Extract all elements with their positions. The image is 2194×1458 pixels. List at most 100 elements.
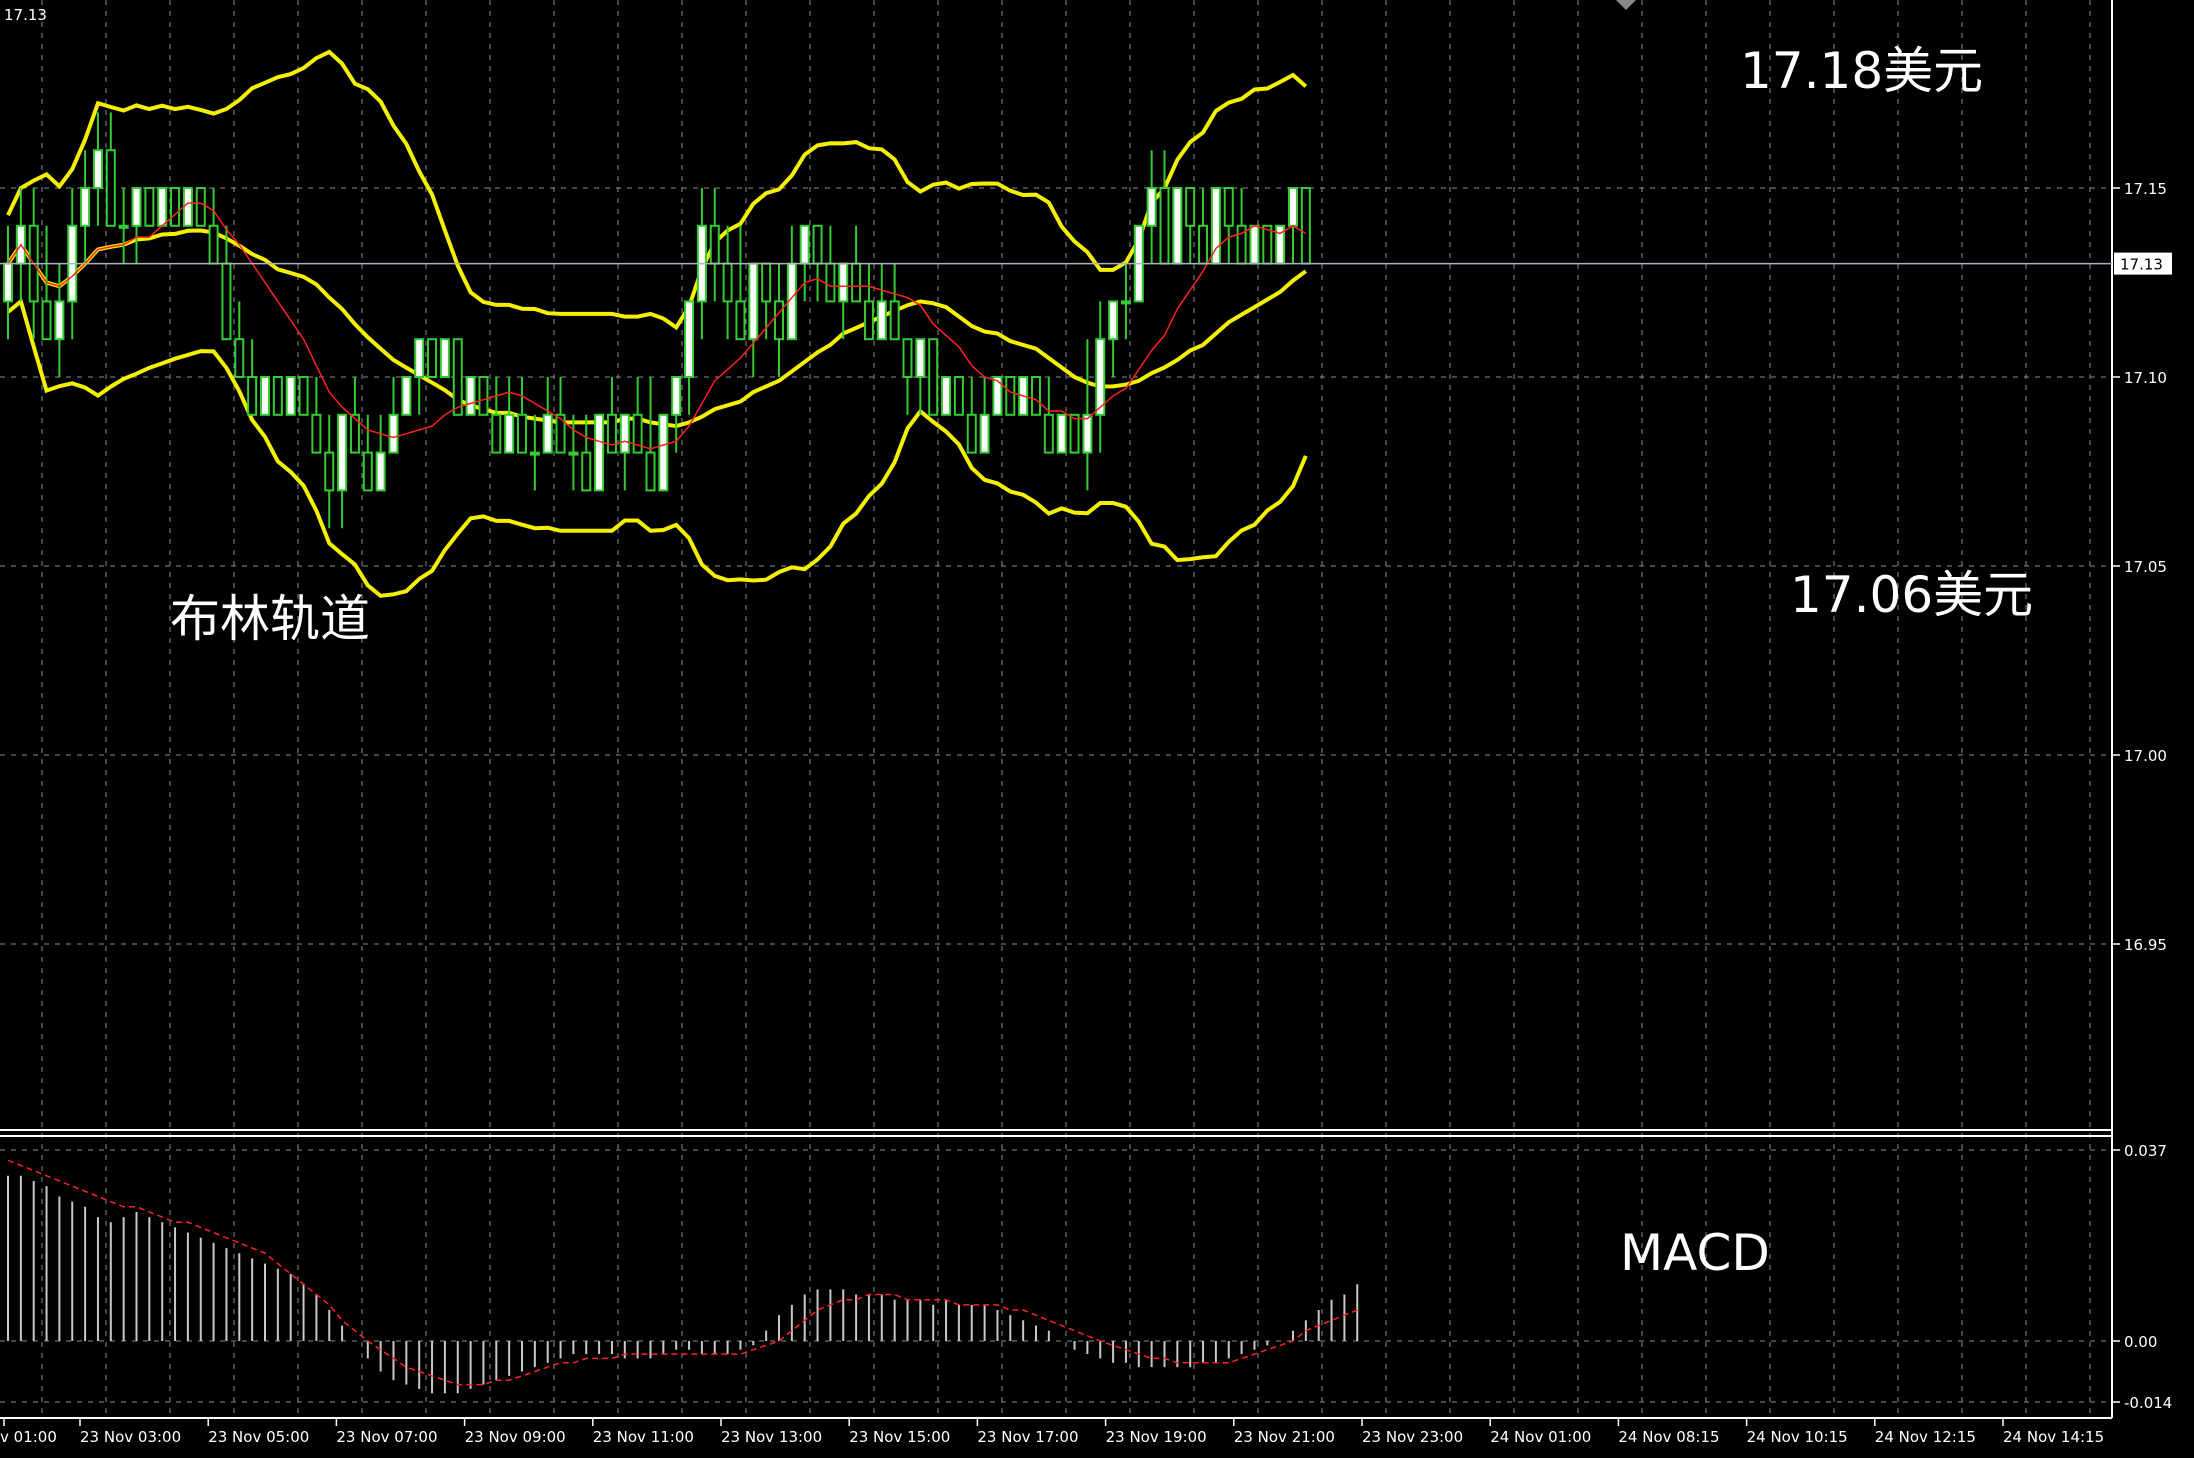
candle-body: [915, 338, 926, 379]
candle-body: [517, 413, 527, 454]
candle-body: [1159, 187, 1170, 265]
candle-body: [92, 149, 103, 189]
macd-tick-label: -0.014: [2124, 1394, 2172, 1412]
candle-body: [388, 413, 399, 454]
candle-body: [709, 224, 720, 265]
time-label: 23 Nov 23:00: [1362, 1428, 1463, 1446]
candle-body: [941, 376, 952, 416]
candle-body: [1069, 413, 1080, 454]
candle-body: [825, 262, 836, 303]
upper-band-annotation: 17.18美元: [1740, 42, 1983, 100]
lower-band-annotation: 17.06美元: [1790, 566, 2033, 624]
time-label: 23 Nov 03:00: [80, 1428, 181, 1446]
price-tick-label: 17.10: [2124, 369, 2167, 387]
candle-body: [1005, 376, 1016, 416]
candle-body: [1288, 187, 1298, 227]
candle-body: [658, 413, 669, 492]
candle-body: [1056, 413, 1067, 454]
candle-body: [542, 413, 553, 454]
current-price-label: 17.13: [2120, 256, 2163, 274]
candle-body: [1031, 376, 1041, 416]
candle-body: [1120, 300, 1131, 305]
candle-body: [208, 224, 219, 265]
candle-body: [427, 338, 438, 379]
candle-body: [1262, 224, 1273, 265]
trading-chart: 17.13 17.13 17.15 17.10 17.05 17.00 16.95 0.…: [0, 0, 2194, 1458]
candle-body: [1300, 187, 1311, 265]
candle-body: [1198, 224, 1209, 265]
candle-body: [722, 262, 733, 303]
candle-body: [735, 300, 746, 341]
candle-body: [1185, 187, 1196, 227]
candle-body: [375, 451, 386, 492]
time-label: 23 Nov 07:00: [336, 1428, 437, 1446]
candle-body: [1095, 338, 1106, 416]
candle-body: [465, 376, 476, 416]
candle-body: [645, 451, 656, 492]
candle-body: [272, 376, 283, 416]
candle-body: [581, 451, 592, 492]
candle-body: [260, 376, 270, 416]
candle-body: [902, 338, 913, 379]
candle-body: [568, 451, 579, 456]
candle-body: [774, 300, 784, 341]
time-label: v 01:00: [0, 1428, 57, 1446]
candle-body: [401, 376, 412, 416]
candle-body: [1249, 224, 1260, 265]
candle-body: [606, 413, 617, 454]
time-label: 23 Nov 19:00: [1106, 1428, 1207, 1446]
candle-body: [863, 300, 874, 341]
candle-body: [812, 224, 823, 265]
candle-body: [80, 187, 91, 227]
candle-body: [221, 262, 232, 341]
macd-tick-label: 0.037: [2124, 1142, 2167, 1160]
candle-body: [157, 187, 168, 227]
price-tick-label: 17.05: [2124, 558, 2167, 576]
candle-body: [337, 413, 348, 492]
time-label: 23 Nov 05:00: [208, 1428, 309, 1446]
candle-body: [799, 224, 810, 265]
candle-body: [414, 338, 425, 379]
candle-body: [195, 187, 206, 227]
candle-body: [452, 338, 463, 416]
top-left-price: 17.13: [4, 6, 47, 24]
candle-body: [247, 376, 258, 416]
time-label: 23 Nov 15:00: [849, 1428, 950, 1446]
candle-body: [234, 338, 245, 379]
time-label: 23 Nov 11:00: [593, 1428, 694, 1446]
candle-body: [131, 187, 142, 227]
candle-body: [1146, 187, 1157, 227]
candle-body: [118, 224, 129, 229]
candle-body: [953, 376, 964, 416]
time-label: 24 Nov 10:15: [1747, 1428, 1848, 1446]
candle-body: [298, 376, 309, 416]
candle-body: [182, 187, 193, 227]
candle-body: [54, 300, 65, 341]
candle-body: [529, 451, 540, 456]
price-tick-label: 16.95: [2124, 936, 2167, 954]
candle-body: [285, 376, 296, 416]
time-label: 23 Nov 13:00: [721, 1428, 822, 1446]
candle-body: [1082, 413, 1093, 454]
candle-body: [478, 376, 489, 416]
time-label: 24 Nov 14:15: [2003, 1428, 2104, 1446]
candle-body: [761, 262, 772, 303]
candle-body: [1223, 187, 1234, 227]
candle-body: [619, 413, 630, 454]
candle-body: [1108, 300, 1119, 341]
candle-body: [504, 413, 515, 454]
candle-body: [170, 187, 181, 227]
candle-body: [632, 413, 643, 454]
candle-body: [491, 413, 502, 454]
time-label: 24 Nov 08:15: [1618, 1428, 1719, 1446]
candle-body: [41, 300, 52, 341]
candle-body: [105, 149, 116, 227]
candle-body: [851, 262, 862, 303]
candle-body: [684, 300, 695, 378]
time-label: 24 Nov 01:00: [1490, 1428, 1591, 1446]
candle-body: [1172, 187, 1183, 265]
candle-body: [311, 413, 322, 454]
time-label: 23 Nov 17:00: [977, 1428, 1078, 1446]
candle-body: [144, 187, 155, 227]
candle-body: [838, 262, 849, 303]
